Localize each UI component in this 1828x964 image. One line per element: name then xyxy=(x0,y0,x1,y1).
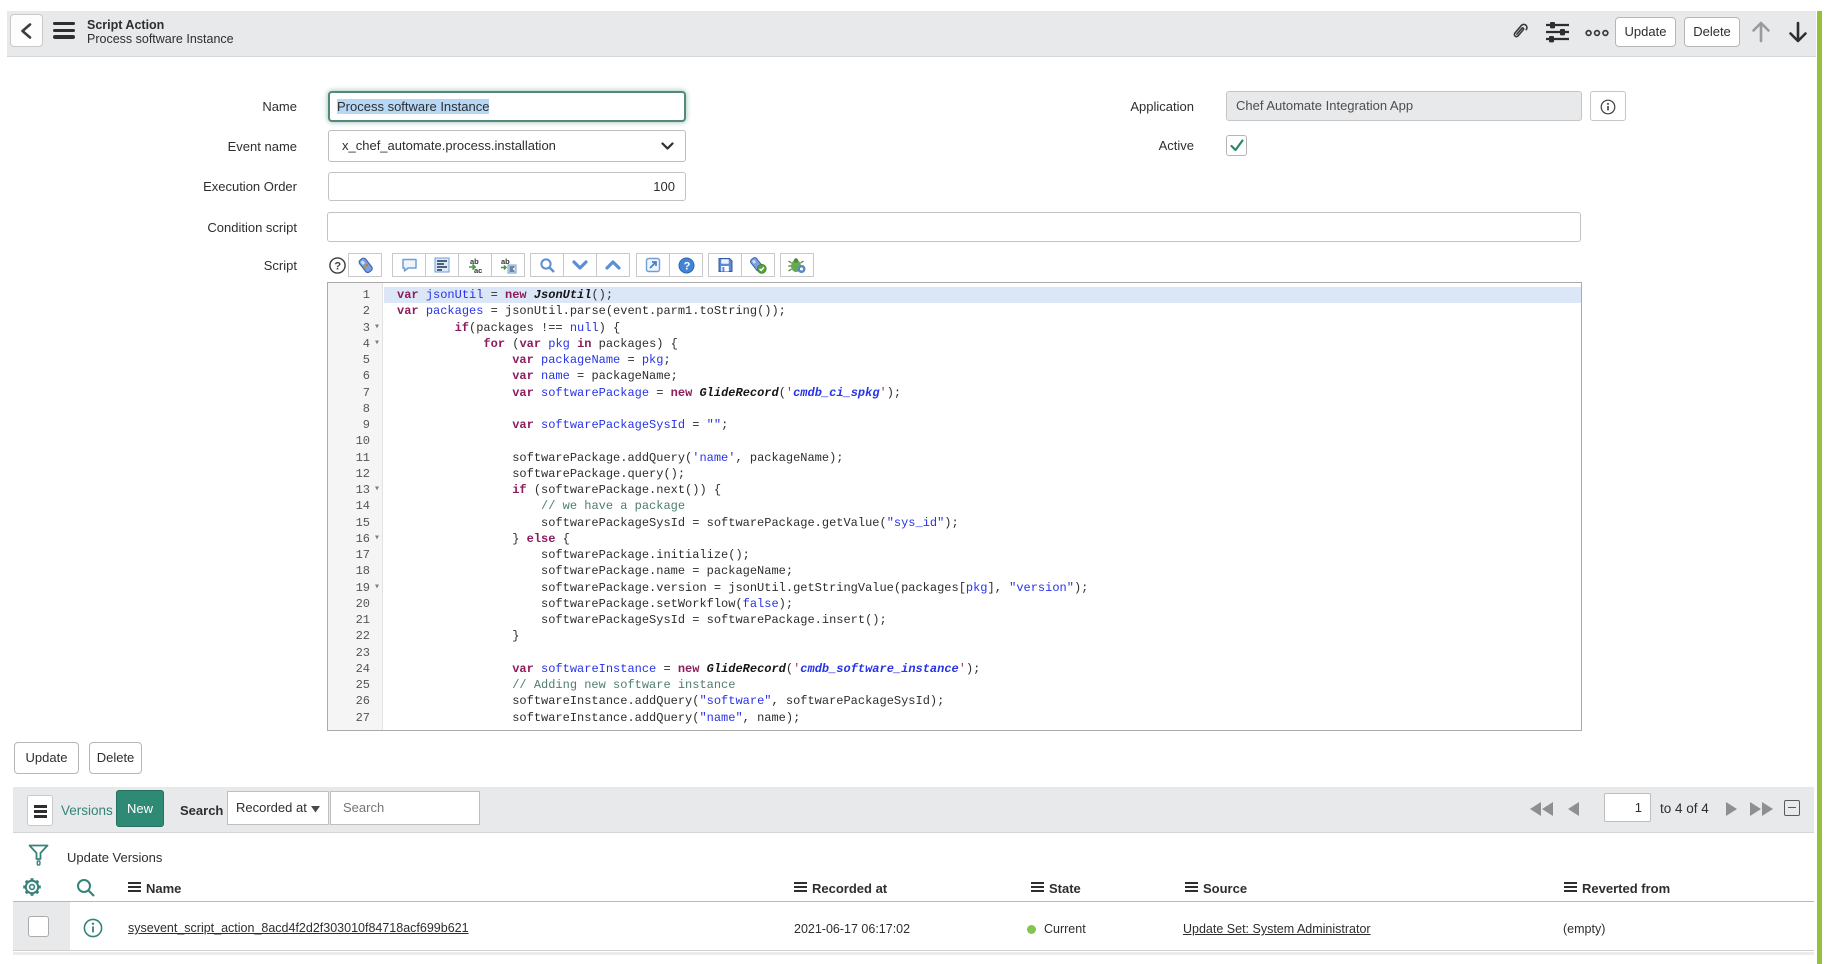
svg-text:?: ? xyxy=(334,261,341,273)
svg-text:?: ? xyxy=(683,260,690,272)
svg-text:ab: ab xyxy=(470,257,479,266)
svg-text:ac: ac xyxy=(474,266,482,274)
